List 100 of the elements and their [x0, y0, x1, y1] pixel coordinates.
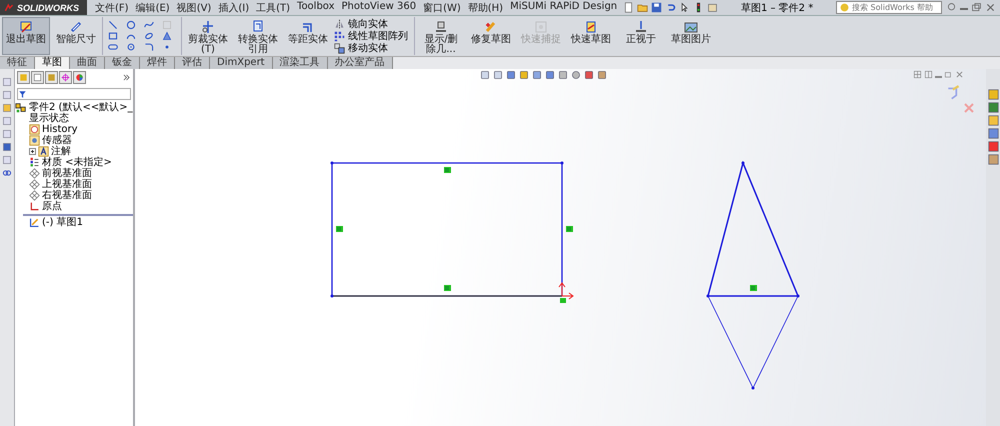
tree-item[interactable]: History	[42, 124, 78, 135]
ribbon-link[interactable]: 移动实体	[348, 42, 388, 54]
ribbon-tab[interactable]: 渲染工具	[272, 57, 328, 69]
circle-icon	[125, 42, 137, 52]
menu-item[interactable]: 工具(T)	[256, 0, 290, 14]
restore-icon	[971, 2, 982, 13]
minimize-icon	[960, 8, 968, 10]
convert-icon	[251, 20, 265, 34]
snap-icon	[534, 20, 548, 34]
ribbon-link[interactable]: 线性草图阵列	[348, 30, 408, 42]
plane-icon	[29, 190, 40, 201]
line-icon	[107, 20, 119, 30]
ellipse-icon	[143, 31, 155, 41]
menu-item[interactable]: 帮助(H)	[468, 0, 504, 14]
triangle-sketch[interactable]	[706, 160, 800, 298]
tree-item[interactable]: 注解	[51, 146, 71, 157]
normal-to-icon	[634, 20, 648, 34]
plane-icon	[29, 179, 40, 190]
undo-icon	[665, 2, 676, 13]
ribbon-tab[interactable]: 焊件	[140, 57, 175, 69]
annotation-icon	[38, 146, 49, 157]
tree-item[interactable]: 上视基准面	[42, 179, 92, 190]
exit-sketch-icon	[946, 85, 962, 101]
link-icon	[2, 168, 12, 178]
circle-icon	[125, 20, 137, 30]
relation-icon	[444, 285, 451, 291]
search-field[interactable]: 搜索 SolidWorks 帮助	[836, 1, 942, 14]
tree-item[interactable]: 原点	[42, 201, 62, 212]
sketch-exit-icon	[19, 20, 33, 34]
menu-item[interactable]: 编辑(E)	[136, 0, 170, 14]
ribbon-tab[interactable]: 评估	[175, 57, 210, 69]
ribbon-link[interactable]: 镜向实体	[348, 18, 388, 30]
tree-item[interactable]: 零件2 (默认<<默认>_显示状态	[29, 102, 133, 124]
relation-icon	[566, 226, 573, 232]
ribbon-tab[interactable]: 曲面	[70, 57, 105, 69]
tile-icon	[924, 70, 933, 79]
dimension-icon	[69, 20, 83, 34]
restore-icon	[944, 70, 953, 79]
filter-field[interactable]	[17, 88, 131, 100]
mirror-icon	[334, 18, 345, 30]
ribbon-tab[interactable]: 钣金	[105, 57, 140, 69]
plane-icon	[29, 168, 40, 179]
ribbon-tab[interactable]: DimXpert	[210, 57, 273, 69]
sketch-icon	[29, 217, 40, 228]
new-file-icon	[623, 2, 634, 13]
menu-item[interactable]: 插入(I)	[218, 0, 250, 14]
tree-item[interactable]: (-) 草图1	[42, 217, 83, 228]
ribbon-button[interactable]: 草图图片	[667, 17, 715, 55]
menu-item[interactable]: 视图(V)	[176, 0, 212, 14]
crosshair-icon	[61, 73, 70, 82]
ribbon-button[interactable]: 剪裁实体(T)	[184, 17, 232, 55]
filter-icon	[18, 90, 27, 98]
relation-icon	[336, 226, 343, 232]
clock-icon	[29, 124, 40, 135]
ribbon-tab[interactable]: 特征	[0, 57, 35, 69]
ribbon-tab[interactable]: 办公室产品	[328, 57, 393, 69]
tree-item[interactable]: 右视基准面	[42, 190, 92, 201]
slot-icon	[107, 42, 119, 52]
triangle-icon	[161, 31, 173, 41]
picture-icon	[684, 20, 698, 34]
ribbon-button[interactable]: 快速草图	[567, 17, 615, 55]
fillet-icon	[143, 42, 155, 52]
ribbon-button[interactable]: 退出草图	[2, 17, 50, 55]
app-logo: SOLIDWORKS	[17, 2, 79, 12]
move-icon	[334, 42, 345, 54]
origin-icon	[558, 282, 574, 303]
menu-item[interactable]: PhotoView 360	[342, 0, 416, 14]
minimize-icon	[935, 76, 942, 78]
ribbon-button[interactable]: 正视于	[617, 17, 665, 55]
tree-item[interactable]: 传感器	[42, 135, 72, 146]
relation-icon	[434, 20, 448, 34]
rectangle-icon	[107, 31, 119, 41]
trim-icon	[201, 20, 215, 34]
sensor-icon	[29, 135, 40, 146]
part-icon	[15, 102, 27, 114]
tree-item[interactable]: 材质 <未指定>	[42, 157, 112, 168]
menu-item[interactable]: MiSUMi RAPiD Design	[510, 0, 618, 14]
triangle-sketch[interactable]	[708, 296, 798, 390]
expand-toggle[interactable]	[29, 148, 36, 155]
menu-item[interactable]: 窗口(W)	[423, 0, 461, 14]
ribbon-button[interactable]: 显示/删除几...	[417, 17, 465, 55]
menu-item[interactable]: 文件(F)	[95, 0, 129, 14]
ribbon-button[interactable]: 等距实体	[284, 17, 332, 55]
ribbon-button[interactable]: 智能尺寸	[52, 17, 100, 55]
ribbon-tab[interactable]: 草图	[35, 57, 70, 69]
pencil-icon	[484, 20, 498, 34]
relation-icon	[750, 285, 757, 291]
spline-icon	[143, 20, 155, 30]
sketch-icon	[584, 20, 598, 34]
ribbon-button[interactable]: 转换实体引用	[234, 17, 282, 55]
ribbon-button[interactable]: 修复草图	[467, 17, 515, 55]
relation-icon	[444, 167, 451, 173]
pattern-icon	[334, 30, 345, 42]
tree-item[interactable]: 前视基准面	[42, 168, 92, 179]
origin-icon	[29, 201, 40, 212]
material-icon	[29, 157, 40, 168]
close-icon	[985, 2, 996, 13]
close-icon	[955, 70, 964, 79]
close-icon	[962, 101, 976, 115]
menu-item[interactable]: Toolbox	[297, 0, 335, 14]
